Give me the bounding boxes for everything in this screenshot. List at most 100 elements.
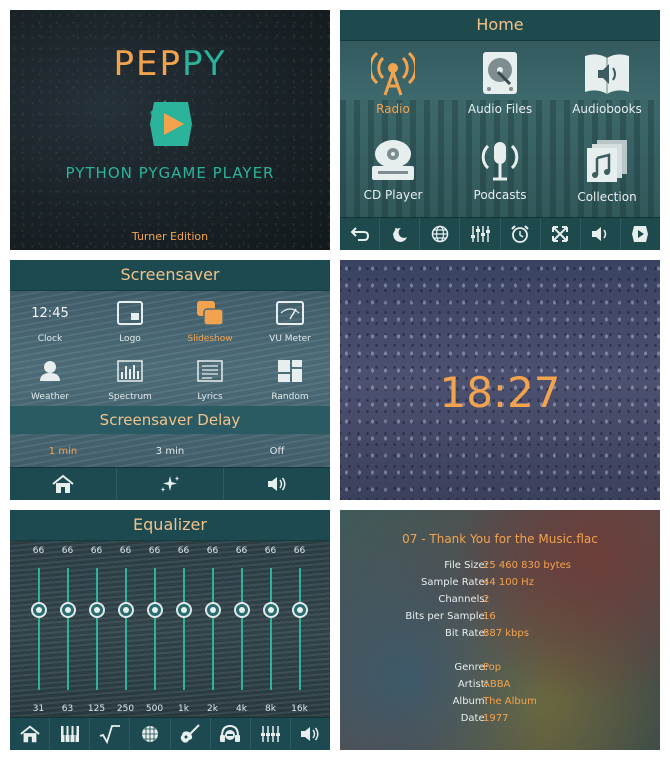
fullscreen-icon xyxy=(552,226,569,242)
eq-band[interactable]: 66 125 xyxy=(82,544,111,720)
ss-item-label: Random xyxy=(271,392,309,402)
eq-band[interactable]: 66 500 xyxy=(140,544,169,720)
home-item-audiobooks[interactable]: Audiobooks xyxy=(554,50,660,136)
eq-slider-knob[interactable] xyxy=(263,602,279,618)
equalizer-button[interactable] xyxy=(460,218,501,250)
cd-player-icon xyxy=(372,140,414,180)
ss-item-label: Logo xyxy=(119,334,141,344)
info-row: Album: The Album xyxy=(340,696,660,713)
eq-band[interactable]: 66 31 xyxy=(24,544,53,720)
home-item-label: Radio xyxy=(376,102,410,116)
podcast-mic-icon xyxy=(481,142,519,181)
ss-item-random[interactable]: Random xyxy=(250,356,330,412)
eq-slider-knob[interactable] xyxy=(31,602,47,618)
eq-slider-track[interactable] xyxy=(270,568,272,690)
volume-button[interactable] xyxy=(224,468,330,500)
home-item-audio-files[interactable]: Audio Files xyxy=(447,50,553,136)
collection-icon xyxy=(587,140,627,182)
eq-band-frequency: 16k xyxy=(291,704,308,714)
eq-band-value: 66 xyxy=(177,546,190,556)
ss-item-lyrics[interactable]: Lyrics xyxy=(170,356,250,412)
eq-slider-track[interactable] xyxy=(183,568,185,690)
eq-band-value: 66 xyxy=(61,546,74,556)
ss-item-spectrum[interactable]: Spectrum xyxy=(90,356,170,412)
piano-icon xyxy=(60,726,79,742)
volume-button[interactable] xyxy=(581,218,621,250)
ss-item-weather[interactable]: Weather xyxy=(10,356,90,412)
eq-slider-track[interactable] xyxy=(154,568,156,690)
volume-icon xyxy=(592,227,607,241)
clock-screensaver: 18:27 xyxy=(340,260,660,500)
timer-button[interactable] xyxy=(501,218,541,250)
eq-slider-knob[interactable] xyxy=(60,602,76,618)
eq-band[interactable]: 66 16k xyxy=(285,544,314,720)
equalizer-icon xyxy=(470,226,490,242)
home-item-podcasts[interactable]: Podcasts xyxy=(447,138,553,224)
eq-band-value: 66 xyxy=(90,546,103,556)
eq-band-frequency: 125 xyxy=(87,704,106,714)
eq-slider-track[interactable] xyxy=(38,568,40,690)
splash-title: PEPPY xyxy=(10,44,330,84)
home-item-label: Audio Files xyxy=(467,102,533,116)
eq-slider-knob[interactable] xyxy=(176,602,192,618)
info-row: Bits per Sample: 16 xyxy=(340,611,660,628)
eq-band[interactable]: 66 250 xyxy=(111,544,140,720)
eq-band[interactable]: 66 2k xyxy=(198,544,227,720)
home-item-collection[interactable]: Collection xyxy=(554,138,660,224)
eq-slider-track[interactable] xyxy=(212,568,214,690)
screensaver-header: Screensaver xyxy=(10,260,330,291)
player-button[interactable] xyxy=(621,218,660,250)
eq-slider-track[interactable] xyxy=(96,568,98,690)
home-button[interactable] xyxy=(10,718,51,750)
eq-slider-knob[interactable] xyxy=(147,602,163,618)
info-key: Bits per Sample: xyxy=(405,611,488,622)
back-button[interactable] xyxy=(340,218,381,250)
screensaver-navbar xyxy=(10,467,330,500)
screensaver-button[interactable] xyxy=(380,218,421,250)
eq-slider-track[interactable] xyxy=(241,568,243,690)
screensaver-delay-header: Screensaver Delay xyxy=(10,406,330,434)
eq-slider-knob[interactable] xyxy=(205,602,221,618)
eq-slider-track[interactable] xyxy=(125,568,127,690)
ss-item-label: Spectrum xyxy=(108,392,152,402)
eq-band[interactable]: 66 63 xyxy=(53,544,82,720)
home-item-radio[interactable]: Radio xyxy=(340,50,446,136)
delay-1min-button[interactable]: 1 min xyxy=(10,446,116,457)
ss-item-logo[interactable]: Logo xyxy=(90,298,170,354)
fullscreen-button[interactable] xyxy=(541,218,581,250)
eq-slider-knob[interactable] xyxy=(118,602,134,618)
preset-classical-button[interactable] xyxy=(50,718,91,750)
delay-3min-button[interactable]: 3 min xyxy=(117,446,223,457)
eq-band[interactable]: 66 1k xyxy=(169,544,198,720)
start-screensaver-button[interactable] xyxy=(117,468,224,500)
preset-disco-button[interactable] xyxy=(130,718,171,750)
volume-button[interactable] xyxy=(291,718,330,750)
ss-item-clock[interactable]: 12:45 Clock xyxy=(10,298,90,354)
home-button[interactable] xyxy=(10,468,117,500)
slideshow-icon xyxy=(197,301,224,326)
eq-slider-track[interactable] xyxy=(67,568,69,690)
eq-slider-knob[interactable] xyxy=(234,602,250,618)
splash-edition: Turner Edition xyxy=(131,230,209,243)
equalizer-header: Equalizer xyxy=(10,510,330,541)
eq-slider-knob[interactable] xyxy=(89,602,105,618)
preset-pop-button[interactable] xyxy=(211,718,251,750)
preset-flat-button[interactable] xyxy=(251,718,291,750)
preset-rock-button[interactable] xyxy=(171,718,211,750)
eq-band[interactable]: 66 8k xyxy=(256,544,285,720)
eq-band-frequency: 4k xyxy=(236,704,247,714)
radio-tower-icon xyxy=(371,51,415,96)
eq-slider-knob[interactable] xyxy=(292,602,308,618)
ss-item-vu-meter[interactable]: VU Meter xyxy=(250,298,330,354)
info-row: File Size: 25 460 830 bytes xyxy=(340,560,660,577)
language-button[interactable] xyxy=(420,218,461,250)
eq-band[interactable]: 66 4k xyxy=(227,544,256,720)
home-item-cd-player[interactable]: CD Player xyxy=(340,138,446,224)
ss-item-slideshow[interactable]: Slideshow xyxy=(170,298,250,354)
delay-off-button[interactable]: Off xyxy=(224,446,330,457)
info-key: Sample Rate: xyxy=(421,577,488,588)
preset-math-button[interactable] xyxy=(90,718,131,750)
file-info-screen: 07 - Thank You for the Music.flac File S… xyxy=(340,510,660,750)
home-header: Home xyxy=(340,10,660,41)
eq-slider-track[interactable] xyxy=(299,568,301,690)
